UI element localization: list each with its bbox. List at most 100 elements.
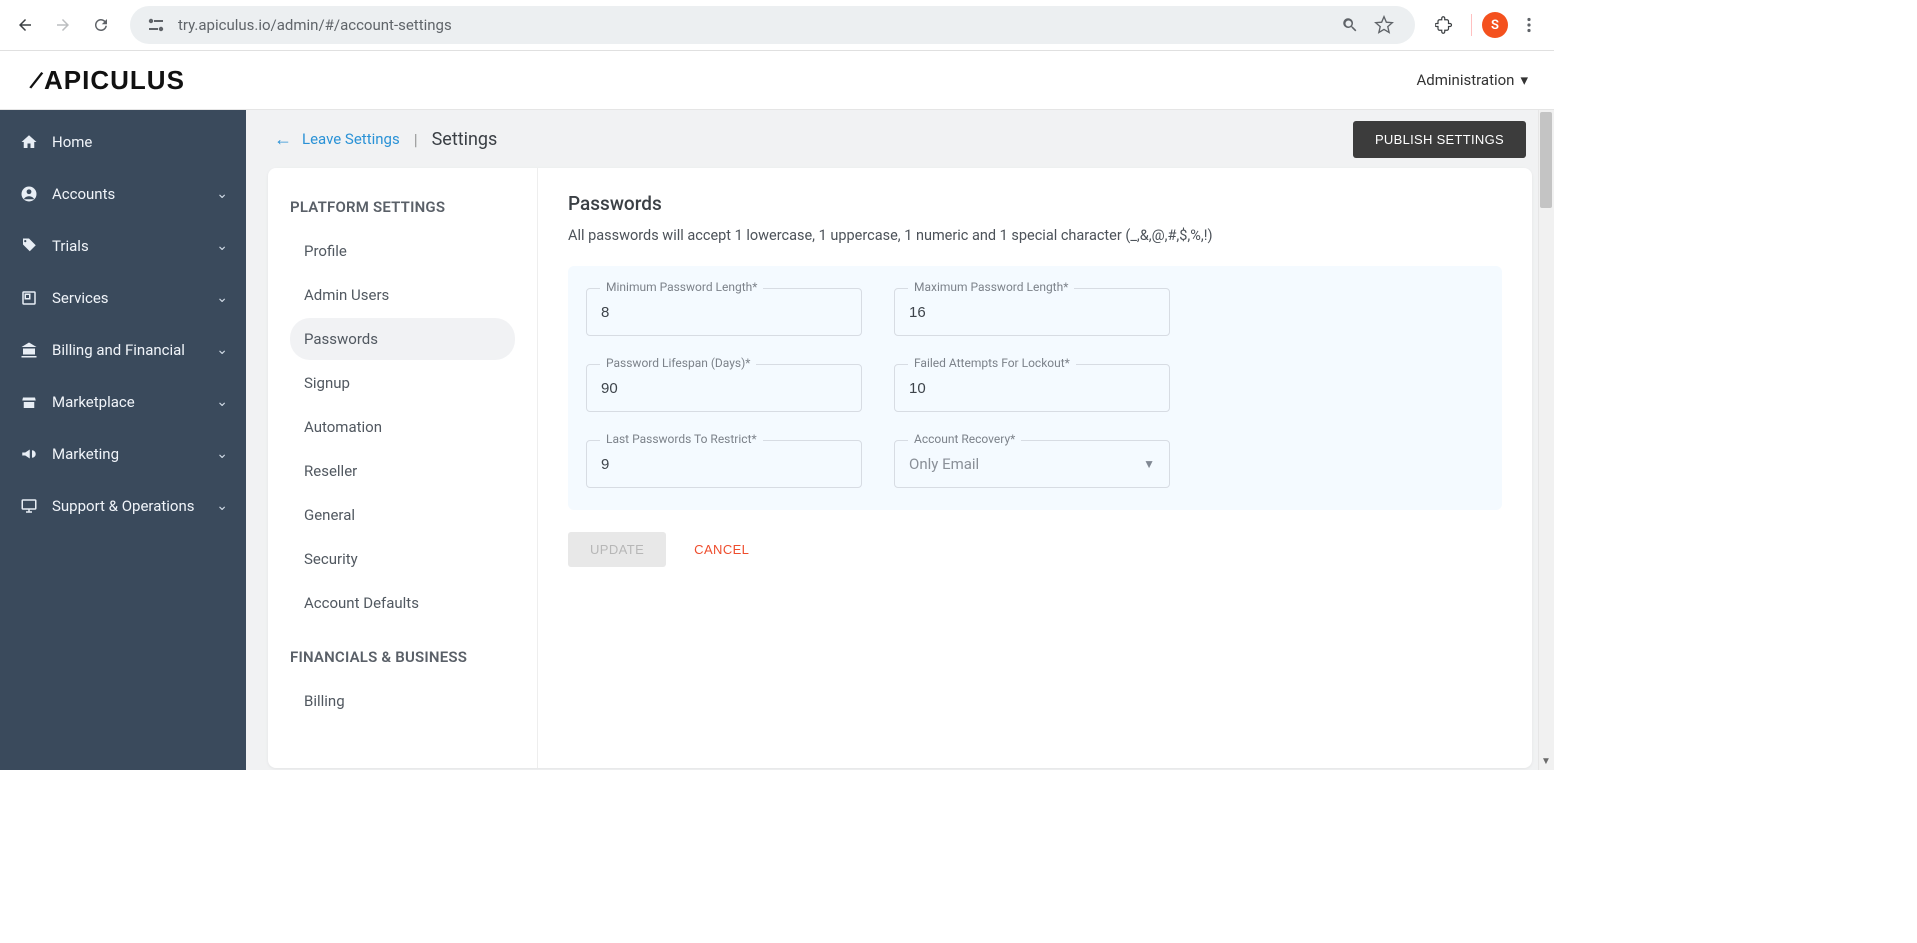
admin-label: Administration bbox=[1417, 71, 1515, 89]
field-restrict: Last Passwords To Restrict* bbox=[586, 440, 862, 488]
url-text: try.apiculus.io/admin/#/account-settings bbox=[178, 16, 1333, 34]
sidebar-item-label: Marketplace bbox=[52, 393, 216, 411]
panel-title: Passwords bbox=[568, 192, 1502, 215]
address-bar[interactable]: try.apiculus.io/admin/#/account-settings bbox=[130, 6, 1415, 44]
back-button[interactable] bbox=[8, 8, 42, 42]
leave-settings-link[interactable]: ← Leave Settings bbox=[274, 129, 400, 150]
app-header: ⁄APICULUS Administration ▾ bbox=[0, 50, 1554, 110]
extensions-icon[interactable] bbox=[1427, 8, 1461, 42]
home-icon bbox=[18, 133, 40, 151]
reload-icon bbox=[92, 16, 110, 34]
min-length-input[interactable] bbox=[586, 288, 862, 336]
cancel-button[interactable]: CANCEL bbox=[694, 542, 749, 557]
panel-hint: All passwords will accept 1 lowercase, 1… bbox=[568, 227, 1502, 244]
sidebar-item-billing[interactable]: Billing and Financial ⌄ bbox=[0, 324, 246, 376]
subnav-general[interactable]: General bbox=[290, 494, 515, 536]
subnav-section-title: PLATFORM SETTINGS bbox=[290, 198, 515, 216]
lockout-input[interactable] bbox=[894, 364, 1170, 412]
store-icon bbox=[18, 393, 40, 411]
admin-dropdown[interactable]: Administration ▾ bbox=[1417, 71, 1529, 89]
settings-subnav: PLATFORM SETTINGS Profile Admin Users Pa… bbox=[268, 168, 538, 768]
caret-down-icon: ▼ bbox=[1143, 457, 1155, 471]
chevron-down-icon: ⌄ bbox=[216, 394, 228, 410]
field-label: Account Recovery* bbox=[908, 432, 1021, 446]
site-info-icon[interactable] bbox=[144, 15, 168, 35]
megaphone-icon bbox=[18, 445, 40, 463]
separator: | bbox=[414, 130, 418, 149]
scrollbar[interactable]: ▼ bbox=[1538, 110, 1554, 770]
subnav-signup[interactable]: Signup bbox=[290, 362, 515, 404]
chevron-down-icon: ⌄ bbox=[216, 498, 228, 514]
field-label: Failed Attempts For Lockout* bbox=[908, 356, 1076, 370]
monitor-icon bbox=[18, 497, 40, 515]
field-label: Last Passwords To Restrict* bbox=[600, 432, 763, 446]
sidebar-item-label: Support & Operations bbox=[52, 497, 216, 515]
forward-button[interactable] bbox=[46, 8, 80, 42]
subnav-security[interactable]: Security bbox=[290, 538, 515, 580]
sidebar-item-label: Accounts bbox=[52, 185, 216, 203]
separator bbox=[1471, 14, 1472, 36]
profile-avatar[interactable]: S bbox=[1482, 12, 1508, 38]
sidebar-item-label: Marketing bbox=[52, 445, 216, 463]
field-max-length: Maximum Password Length* bbox=[894, 288, 1170, 336]
back-icon bbox=[16, 16, 34, 34]
sidebar-item-trials[interactable]: Trials ⌄ bbox=[0, 220, 246, 272]
field-lockout: Failed Attempts For Lockout* bbox=[894, 364, 1170, 412]
reload-button[interactable] bbox=[84, 8, 118, 42]
subnav-automation[interactable]: Automation bbox=[290, 406, 515, 448]
form-actions: UPDATE CANCEL bbox=[568, 532, 1502, 567]
subnav-profile[interactable]: Profile bbox=[290, 230, 515, 272]
subnav-reseller[interactable]: Reseller bbox=[290, 450, 515, 492]
field-lifespan: Password Lifespan (Days)* bbox=[586, 364, 862, 412]
arrow-left-icon: ← bbox=[274, 129, 292, 150]
panel-passwords: Passwords All passwords will accept 1 lo… bbox=[538, 168, 1532, 768]
chevron-down-icon: ⌄ bbox=[216, 446, 228, 462]
chevron-down-icon: ⌄ bbox=[216, 290, 228, 306]
form: Minimum Password Length* Maximum Passwor… bbox=[568, 266, 1502, 510]
logo-text: APICULUS bbox=[44, 65, 185, 96]
subnav-admin-users[interactable]: Admin Users bbox=[290, 274, 515, 316]
page-action-bar: ← Leave Settings | Settings PUBLISH SETT… bbox=[246, 110, 1554, 168]
field-label: Password Lifespan (Days)* bbox=[600, 356, 756, 370]
content-area: ← Leave Settings | Settings PUBLISH SETT… bbox=[246, 110, 1554, 770]
user-icon bbox=[18, 185, 40, 203]
layers-icon bbox=[18, 289, 40, 307]
sidebar-item-services[interactable]: Services ⌄ bbox=[0, 272, 246, 324]
browser-toolbar: try.apiculus.io/admin/#/account-settings… bbox=[0, 0, 1554, 50]
tag-icon bbox=[18, 237, 40, 255]
zoom-icon[interactable] bbox=[1333, 8, 1367, 42]
menu-icon[interactable] bbox=[1512, 8, 1546, 42]
sidebar-item-marketing[interactable]: Marketing ⌄ bbox=[0, 428, 246, 480]
subnav-section-title: FINANCIALS & BUSINESS bbox=[290, 648, 515, 666]
subnav-account-defaults[interactable]: Account Defaults bbox=[290, 582, 515, 624]
scrollbar-thumb[interactable] bbox=[1540, 112, 1552, 208]
sidebar: Home Accounts ⌄ Trials ⌄ Services ⌄ Bill… bbox=[0, 110, 246, 770]
field-recovery: Account Recovery* Only Email ▼ bbox=[894, 440, 1170, 488]
lifespan-input[interactable] bbox=[586, 364, 862, 412]
sidebar-item-label: Services bbox=[52, 289, 216, 307]
caret-down-icon: ▾ bbox=[1520, 71, 1528, 89]
restrict-input[interactable] bbox=[586, 440, 862, 488]
max-length-input[interactable] bbox=[894, 288, 1170, 336]
sidebar-item-label: Billing and Financial bbox=[52, 341, 216, 359]
subnav-passwords[interactable]: Passwords bbox=[290, 318, 515, 360]
sidebar-item-support[interactable]: Support & Operations ⌄ bbox=[0, 480, 246, 532]
bank-icon bbox=[18, 341, 40, 359]
sidebar-item-home[interactable]: Home bbox=[0, 116, 246, 168]
publish-settings-button[interactable]: PUBLISH SETTINGS bbox=[1353, 121, 1526, 158]
scroll-down-icon[interactable]: ▼ bbox=[1540, 754, 1552, 768]
forward-icon bbox=[54, 16, 72, 34]
settings-card: PLATFORM SETTINGS Profile Admin Users Pa… bbox=[268, 168, 1532, 768]
sidebar-item-accounts[interactable]: Accounts ⌄ bbox=[0, 168, 246, 220]
bookmark-icon[interactable] bbox=[1367, 8, 1401, 42]
subnav-billing[interactable]: Billing bbox=[290, 680, 515, 722]
page-title: Settings bbox=[432, 129, 498, 150]
recovery-select[interactable]: Only Email ▼ bbox=[894, 440, 1170, 488]
sidebar-item-marketplace[interactable]: Marketplace ⌄ bbox=[0, 376, 246, 428]
leave-label: Leave Settings bbox=[302, 130, 400, 148]
chevron-down-icon: ⌄ bbox=[216, 342, 228, 358]
logo[interactable]: ⁄APICULUS bbox=[30, 64, 185, 97]
update-button[interactable]: UPDATE bbox=[568, 532, 666, 567]
field-label: Maximum Password Length* bbox=[908, 280, 1074, 294]
sidebar-item-label: Trials bbox=[52, 237, 216, 255]
